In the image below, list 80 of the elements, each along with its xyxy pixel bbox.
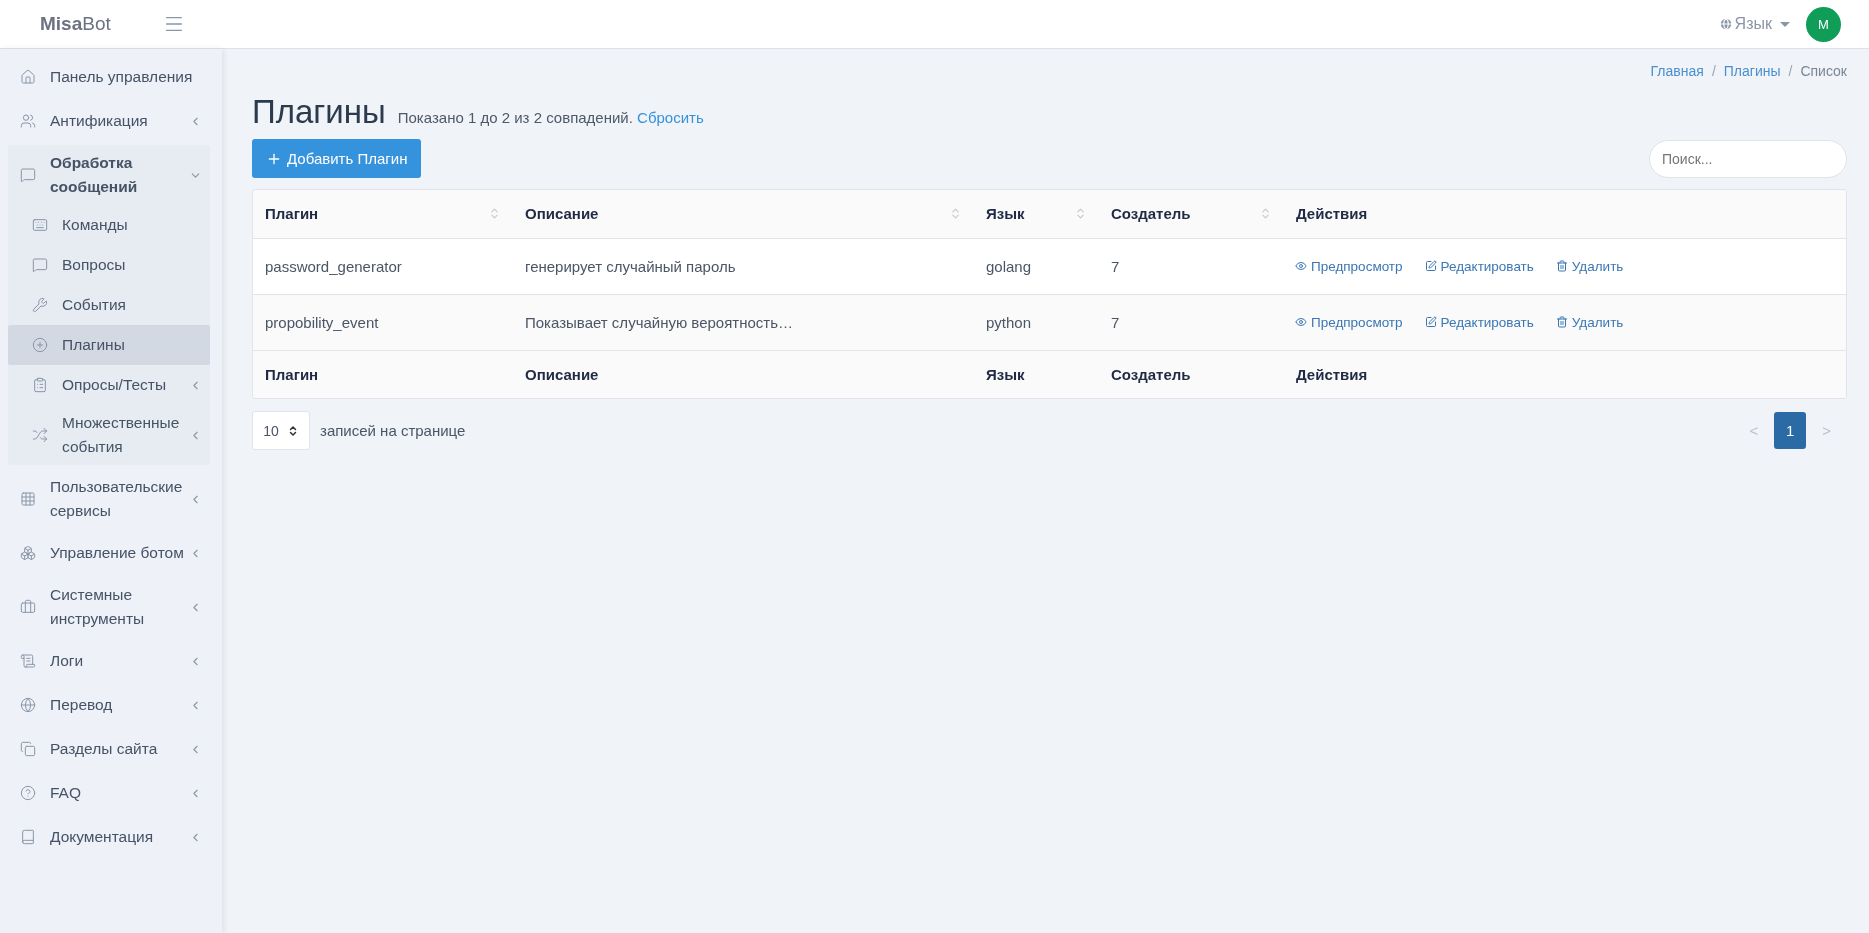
sidebar-item[interactable]: Перевод (8, 685, 210, 725)
menu-item-icon (32, 377, 48, 393)
menu-item-icon (20, 167, 36, 183)
page-title: Плагины (252, 93, 386, 131)
menu-item-icon (20, 545, 36, 561)
column-header[interactable]: Плагин (253, 190, 513, 238)
table-cell: propobility_event (253, 294, 513, 350)
column-footer: Действия (1284, 350, 1846, 398)
table-cell: 7 (1099, 294, 1284, 350)
menu-item-icon (32, 427, 48, 443)
menu-item-icon (32, 337, 48, 353)
pencil-square-icon (1424, 260, 1437, 272)
table-cell: Показывает случайную вероятность… (513, 294, 974, 350)
table-cell: python (974, 294, 1099, 350)
sidebar-item[interactable]: Системные инструменты (8, 577, 210, 637)
sidebar-item[interactable]: FAQ (8, 773, 210, 813)
menu-item-icon (20, 785, 36, 801)
column-header[interactable]: Создатель (1099, 190, 1284, 238)
preview-link[interactable]: Предпросмотр (1295, 314, 1403, 330)
pencil-square-icon (1424, 316, 1437, 328)
column-footer: Описание (513, 350, 974, 398)
breadcrumb-separator: / (1711, 63, 1716, 79)
sidebar-item[interactable]: Разделы сайта (8, 729, 210, 769)
pagination-button[interactable]: 1 (1774, 412, 1807, 449)
menu-item-icon (20, 491, 36, 507)
trash-icon (1555, 260, 1568, 272)
menu-item-icon (20, 69, 36, 85)
eye-icon (1295, 260, 1307, 272)
globe-icon (1718, 17, 1733, 31)
sidebar-item[interactable]: Плагины (8, 325, 210, 365)
sidebar-item[interactable]: Множественные события (8, 405, 210, 465)
menu-item-icon (20, 599, 36, 615)
menu-item-icon (32, 257, 48, 273)
logo: MisaBot (40, 13, 111, 35)
preview-link[interactable]: Предпросмотр (1295, 258, 1403, 274)
search-field[interactable]: Поиск... (1649, 139, 1847, 178)
sort-icon (1259, 207, 1272, 221)
sidebar-item[interactable]: Опросы/Тесты (8, 365, 210, 405)
table-cell: password_generator (253, 238, 513, 294)
edit-link[interactable]: Редактировать (1424, 258, 1534, 274)
menu-item-icon (20, 829, 36, 845)
edit-link[interactable]: Редактировать (1424, 314, 1534, 330)
menu-item-icon (32, 297, 48, 313)
table-cell: 7 (1099, 238, 1284, 294)
menu-item-icon (20, 741, 36, 757)
column-footer: Язык (974, 350, 1099, 398)
table-cell: golang (974, 238, 1099, 294)
page-size-label: записей на странице (320, 422, 466, 439)
user-avatar[interactable]: M (1806, 6, 1841, 42)
sort-icon (488, 207, 501, 221)
column-footer: Создатель (1099, 350, 1284, 398)
sidebar-item[interactable]: Логи (8, 641, 210, 681)
sidebar-item[interactable]: События (8, 285, 210, 325)
sort-icon (1074, 207, 1087, 221)
trash-icon (1555, 316, 1568, 328)
sidebar-item[interactable]: Команды (8, 205, 210, 245)
page-size-select[interactable]: 10 (252, 411, 310, 450)
menu-item-icon (20, 113, 36, 129)
menu-item-icon (20, 697, 36, 713)
column-header[interactable]: Язык (974, 190, 1099, 238)
delete-link[interactable]: Удалить (1555, 314, 1624, 330)
sidebar-item[interactable]: Управление ботом (8, 533, 210, 573)
sidebar-item[interactable]: Вопросы (8, 245, 210, 285)
column-footer: Плагин (253, 350, 513, 398)
menu-item-icon (32, 217, 48, 233)
sort-icon (949, 207, 962, 221)
sidebar-item[interactable]: Панель управления (8, 57, 210, 97)
breadcrumb-current: Список (1800, 63, 1847, 79)
eye-icon (1295, 316, 1307, 328)
table-cell: генерирует случайный пароль (513, 238, 974, 294)
sidebar-item[interactable]: Антификация (8, 101, 210, 141)
sidebar-item[interactable]: Документация (8, 817, 210, 857)
delete-link[interactable]: Удалить (1555, 258, 1624, 274)
breadcrumb-separator: / (1788, 63, 1793, 79)
column-header[interactable]: Описание (513, 190, 974, 238)
column-header: Действия (1284, 190, 1846, 238)
sidebar-item[interactable]: Обработка сообщений (8, 145, 210, 205)
menu-item-icon (20, 653, 36, 669)
results-summary: Показано 1 до 2 из 2 совпадений. Сбросить (397, 109, 704, 126)
sidebar-item[interactable]: Пользовательские сервисы (8, 469, 210, 529)
